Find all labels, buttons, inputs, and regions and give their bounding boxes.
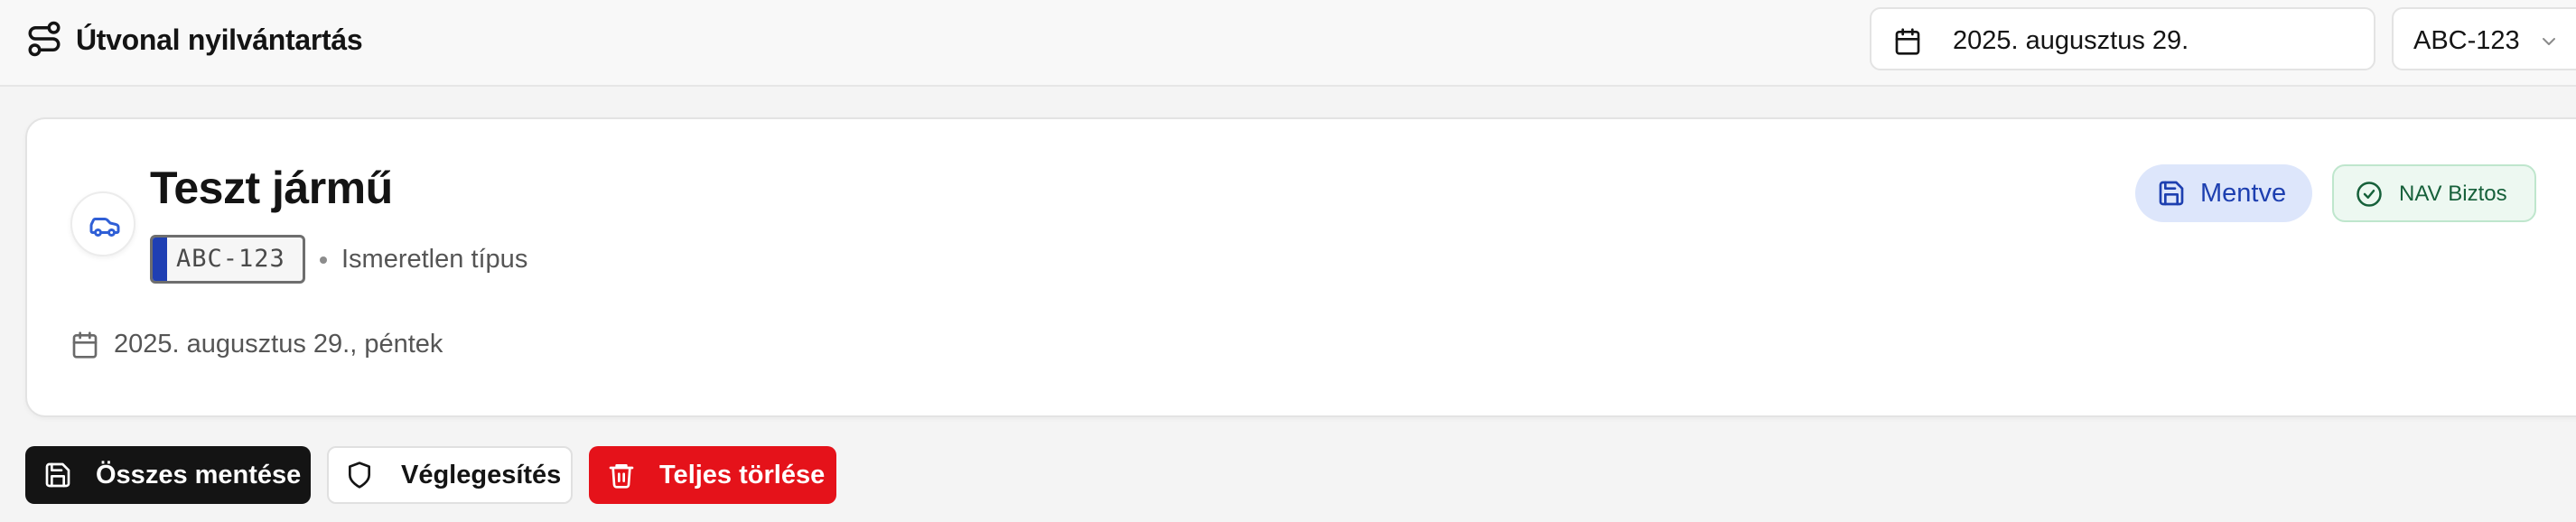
vehicle-type: Ismeretlen típus xyxy=(341,245,528,274)
card-date: 2025. augusztus 29., péntek xyxy=(114,330,443,359)
top-bar: Útvonal nyilvántartás 2025. augusztus 29… xyxy=(0,0,2576,87)
save-all-label: Összes mentése xyxy=(96,461,302,489)
vehicle-select[interactable]: ABC-123 xyxy=(2392,7,2576,70)
separator-dot xyxy=(320,256,327,264)
save-icon xyxy=(2159,181,2184,206)
vehicle-avatar xyxy=(70,191,135,256)
date-picker-value: 2025. augusztus 29. xyxy=(1953,26,2189,55)
license-plate: ABC-123 xyxy=(150,235,305,284)
delete-all-label: Teljes törlése xyxy=(659,461,826,489)
license-plate-text: ABC-123 xyxy=(176,245,285,273)
car-icon xyxy=(89,218,120,237)
delete-all-button[interactable]: Teljes törlése xyxy=(589,446,836,504)
nav-safe-label: NAV Biztos xyxy=(2399,182,2507,206)
route-icon xyxy=(28,21,61,57)
save-icon xyxy=(45,462,70,488)
shield-icon xyxy=(349,461,370,489)
vehicle-select-value: ABC-123 xyxy=(2413,26,2520,55)
app-title: Útvonal nyilvántartás xyxy=(76,23,363,56)
chevron-down-icon xyxy=(2543,38,2555,45)
date-picker[interactable]: 2025. augusztus 29. xyxy=(1870,7,2375,70)
calendar-icon xyxy=(1895,28,1920,55)
check-circle-icon xyxy=(2357,182,2382,207)
plate-eu-strip xyxy=(153,238,167,281)
calendar-icon xyxy=(72,331,98,359)
nav-safe-badge: NAV Biztos xyxy=(2332,164,2536,222)
finalize-button[interactable]: Véglegesítés xyxy=(327,446,573,504)
trash-icon xyxy=(609,464,634,489)
saved-status-label: Mentve xyxy=(2200,179,2287,208)
save-all-button[interactable]: Összes mentése xyxy=(25,446,311,504)
saved-status-badge[interactable]: Mentve xyxy=(2135,164,2312,222)
finalize-label: Véglegesítés xyxy=(401,461,562,489)
vehicle-card: Teszt jármű ABC-123 Ismeretlen típus 202… xyxy=(25,117,2576,417)
vehicle-name: Teszt jármű xyxy=(150,163,393,213)
